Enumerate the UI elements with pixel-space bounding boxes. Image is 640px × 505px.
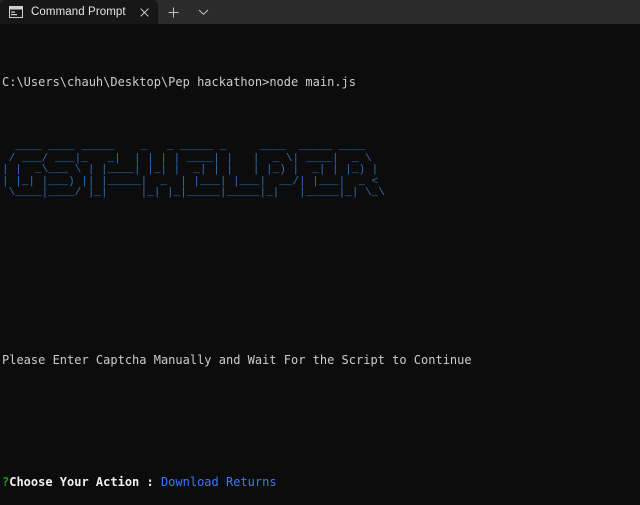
- shell-prompt: C:\Users\chauh\Desktop\Pep hackathon>: [2, 74, 270, 89]
- close-icon[interactable]: [134, 2, 154, 22]
- tab-title: Command Prompt: [31, 6, 126, 18]
- plus-icon: [168, 7, 178, 17]
- question-answer: Download Returns: [160, 475, 277, 490]
- question-row: ?Choose Your Action : Download Returns: [2, 475, 640, 490]
- chevron-down-icon: [198, 9, 208, 16]
- new-tab-button[interactable]: [158, 0, 188, 24]
- tab-dropdown-button[interactable]: [188, 0, 218, 24]
- tab-bar: Command Prompt: [0, 0, 640, 24]
- command-line: C:\Users\chauh\Desktop\Pep hackathon>nod…: [2, 75, 640, 90]
- tab-command-prompt[interactable]: Command Prompt: [0, 0, 158, 24]
- terminal-output[interactable]: C:\Users\chauh\Desktop\Pep hackathon>nod…: [0, 24, 640, 505]
- captcha-notice: Please Enter Captcha Manually and Wait F…: [2, 353, 472, 368]
- ascii-banner: ____ ____ _____ _ _ _____ _ ____ _____ _…: [2, 141, 385, 200]
- terminal-icon: [9, 6, 23, 18]
- question-label: Choose Your Action :: [9, 475, 161, 490]
- shell-command: node main.js: [269, 74, 357, 89]
